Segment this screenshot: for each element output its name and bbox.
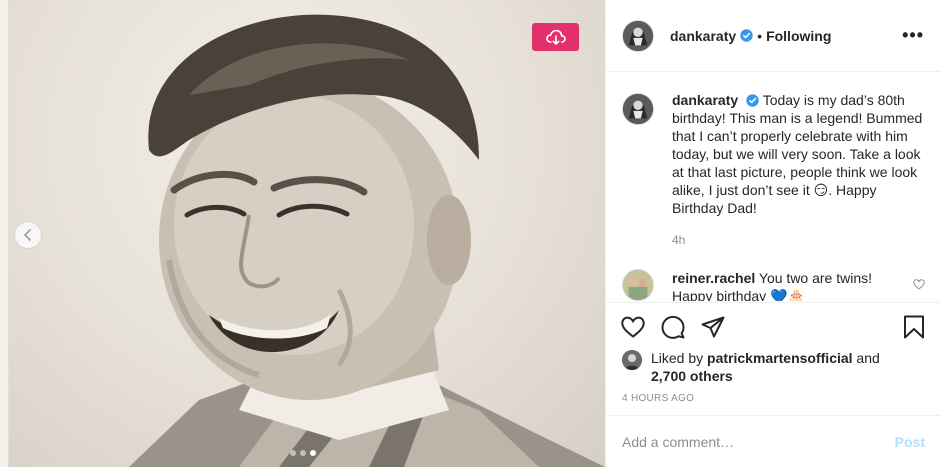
carousel-prev-button[interactable] xyxy=(15,222,41,248)
avatar-image xyxy=(623,20,653,51)
comment-input[interactable]: Add a comment… xyxy=(622,434,895,450)
heart-icon xyxy=(621,316,645,338)
post-photo[interactable] xyxy=(9,0,605,467)
comment-body: reiner.rachel You two are twins! Happy b… xyxy=(672,269,912,301)
caption-body: dankaraty Today is my dad’s 80th birthda… xyxy=(672,91,925,249)
avatar-image xyxy=(623,270,653,300)
portrait-illustration xyxy=(129,14,605,467)
add-comment-bar: Add a comment… Post xyxy=(606,415,940,467)
liker-avatar[interactable] xyxy=(622,350,642,370)
likes-text: Liked by patrickmartensofficial and 2,70… xyxy=(651,349,880,385)
verified-badge-icon xyxy=(740,29,753,42)
action-bar xyxy=(606,302,940,350)
media-left-edge xyxy=(0,0,9,467)
post-caption: dankaraty Today is my dad’s 80th birthda… xyxy=(622,91,925,249)
liker-username[interactable]: patrickmartensofficial xyxy=(707,350,853,366)
post-media xyxy=(0,0,605,467)
caption-avatar[interactable] xyxy=(622,93,654,125)
comments-list[interactable]: dankaraty Today is my dad’s 80th birthda… xyxy=(606,73,940,301)
carousel-dot xyxy=(290,450,296,456)
carousel-dot-active xyxy=(310,450,316,456)
post-comment-button[interactable]: Post xyxy=(895,434,925,450)
post-side-panel: dankaraty • Following ••• dankaraty Toda… xyxy=(605,0,940,467)
post-timestamp[interactable]: 4 HOURS AGO xyxy=(622,393,694,404)
bookmark-icon xyxy=(904,315,924,338)
caption-username[interactable]: dankaraty xyxy=(672,92,738,108)
chevron-left-icon xyxy=(24,229,31,241)
caption-time[interactable]: 4h xyxy=(672,231,925,249)
commenter-avatar[interactable] xyxy=(622,269,654,301)
caption-emoji: 😏 xyxy=(813,182,829,198)
comment-text-line2: Happy birthday 💙🎂 xyxy=(672,288,805,301)
like-button[interactable] xyxy=(620,314,646,340)
comment-text: You two are twins! xyxy=(758,270,873,286)
avatar-image xyxy=(622,350,642,370)
author-avatar[interactable] xyxy=(622,19,654,52)
likes-and: and xyxy=(852,350,880,366)
cloud-download-icon xyxy=(545,29,566,45)
comment-username[interactable]: reiner.rachel xyxy=(672,270,755,286)
share-icon xyxy=(701,316,725,337)
likes-summary: Liked by patrickmartensofficial and 2,70… xyxy=(622,349,880,385)
following-button[interactable]: Following xyxy=(766,28,831,44)
likes-others[interactable]: 2,700 others xyxy=(651,368,733,384)
more-options-button[interactable]: ••• xyxy=(902,25,924,46)
download-button[interactable] xyxy=(532,23,579,51)
avatar-image xyxy=(623,94,653,124)
carousel-dot xyxy=(300,450,306,456)
carousel-indicator xyxy=(290,450,316,456)
comment-like-heart-icon[interactable] xyxy=(913,279,925,290)
likes-prefix: Liked by xyxy=(651,350,708,366)
author-username[interactable]: dankaraty xyxy=(670,28,736,44)
post-header: dankaraty • Following ••• xyxy=(606,0,940,72)
comment-button[interactable] xyxy=(660,314,686,340)
verified-badge-icon xyxy=(746,94,759,107)
comment-item: reiner.rachel You two are twins! Happy b… xyxy=(622,269,925,301)
save-button[interactable] xyxy=(901,314,927,340)
share-button[interactable] xyxy=(700,314,726,340)
comment-icon xyxy=(661,315,685,339)
header-separator: • xyxy=(757,27,763,44)
